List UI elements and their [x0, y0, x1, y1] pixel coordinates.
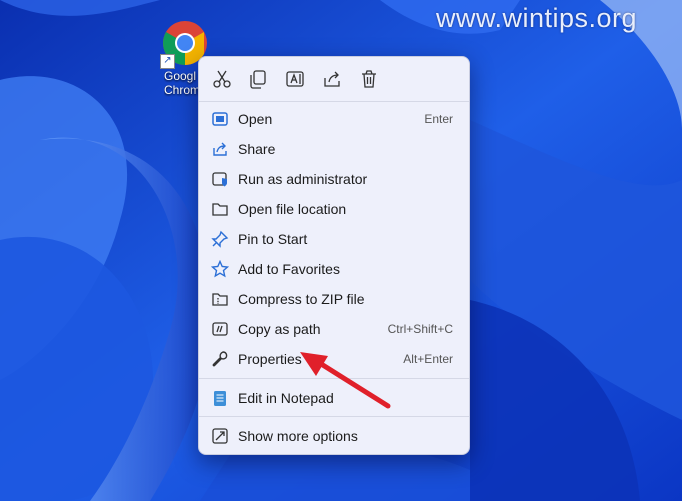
star-icon: [210, 259, 230, 278]
context-menu-toolbar: [199, 57, 469, 101]
share-icon: [211, 140, 229, 158]
pin-icon: [211, 230, 229, 248]
menu-item-shortcut: Alt+Enter: [403, 352, 453, 366]
menu-item-pin-to-start[interactable]: Pin to Start: [203, 225, 465, 253]
shield-icon: [211, 170, 229, 188]
menu-item-add-to-favorites[interactable]: Add to Favorites: [203, 255, 465, 283]
delete-icon: [362, 70, 376, 88]
copy-icon: [250, 70, 266, 89]
menu-item-label: Copy as path: [238, 321, 321, 337]
more-options-icon: [211, 427, 229, 445]
zip-folder-icon: [211, 290, 229, 308]
menu-item-shortcut: Enter: [424, 112, 453, 126]
menu-item-shortcut: Ctrl+Shift+C: [387, 322, 453, 336]
menu-item-share[interactable]: Share: [203, 135, 465, 163]
notepad-icon: [211, 389, 229, 407]
rename-button[interactable]: [284, 68, 306, 90]
annotation-arrow: [300, 352, 391, 409]
wrench-icon: [211, 350, 229, 368]
menu-item-compress-to-zip[interactable]: Compress to ZIP file: [203, 285, 465, 313]
menu-item-label: Show more options: [238, 428, 358, 444]
watermark-text: www.wintips.org: [436, 3, 638, 33]
menu-item-copy-as-path[interactable]: Copy as path Ctrl+Shift+C: [203, 315, 465, 343]
menu-item-run-as-administrator[interactable]: Run as administrator: [203, 165, 465, 193]
menu-item-open[interactable]: Open Enter: [203, 105, 465, 133]
menu-item-label: Add to Favorites: [238, 261, 340, 277]
menu-item-label: Open: [238, 111, 273, 127]
share-button[interactable]: [321, 68, 343, 90]
menu-item-label: Compress to ZIP file: [238, 291, 365, 307]
delete-button[interactable]: [358, 68, 380, 90]
copy-button[interactable]: [247, 68, 269, 90]
open-icon: [211, 110, 229, 128]
shortcut-arrow-icon: ↗: [160, 54, 175, 69]
menu-item-label: Open file location: [238, 201, 347, 217]
copy-path-icon: [211, 320, 229, 338]
menu-item-label: Share: [238, 141, 276, 157]
rename-icon: [286, 71, 304, 87]
menu-item-show-more-options[interactable]: Show more options: [203, 422, 465, 450]
cut-button[interactable]: [211, 68, 233, 90]
menu-item-label: Pin to Start: [238, 231, 308, 247]
share-icon: [324, 71, 340, 87]
menu-item-label: Run as administrator: [238, 171, 368, 187]
menu-separator: [199, 101, 469, 102]
folder-icon: [211, 200, 229, 218]
menu-item-open-file-location[interactable]: Open file location: [203, 195, 465, 223]
cut-icon: [213, 70, 231, 88]
